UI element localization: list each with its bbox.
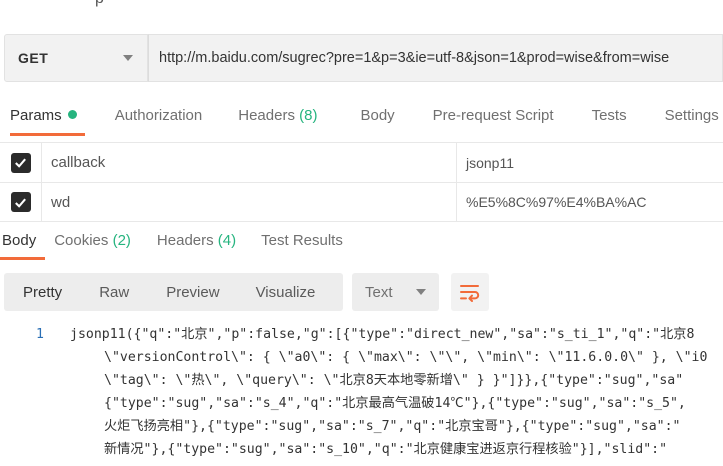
code-line: {"type":"sug","sa":"s_4","q":"北京最高气温破14℃… bbox=[0, 392, 723, 415]
check-icon bbox=[15, 198, 26, 208]
code-text: \"versionControl\": { \"a0\": { \"max\":… bbox=[104, 350, 708, 365]
param-value[interactable]: jsonp11 bbox=[457, 143, 723, 182]
tab-cookies[interactable]: Cookies (2) bbox=[54, 226, 131, 260]
tab-authorization[interactable]: Authorization bbox=[115, 96, 203, 134]
tab-count: (4) bbox=[217, 232, 237, 249]
view-visualize-button[interactable]: Visualize bbox=[256, 284, 316, 301]
code-line: 火炬飞扬亮相"},{"type":"sug","sa":"s_7","q":"北… bbox=[0, 415, 723, 438]
code-text: 火炬飞扬亮相"},{"type":"sug","sa":"s_7","q":"北… bbox=[104, 419, 681, 434]
tab-label: Headers bbox=[156, 232, 214, 249]
code-line: \"tag\": \"热\", \"query\": \"北京8天本地零新增\"… bbox=[0, 369, 723, 392]
tab-response-headers[interactable]: Headers (4) bbox=[157, 226, 236, 260]
tab-label: Body bbox=[2, 232, 37, 249]
response-toolbar: Pretty Raw Preview Visualize Text bbox=[4, 273, 489, 311]
format-label: Text bbox=[365, 283, 393, 301]
check-icon bbox=[15, 158, 26, 168]
params-table: callback jsonp11 wd %E5%8C%97%E4%BA%AC bbox=[0, 142, 723, 222]
param-enabled-checkbox[interactable] bbox=[10, 192, 31, 212]
format-select[interactable]: Text bbox=[352, 273, 439, 311]
param-enabled-checkbox[interactable] bbox=[10, 152, 31, 173]
chevron-down-icon bbox=[416, 289, 426, 295]
checkbox-cell bbox=[0, 183, 42, 221]
tab-label: Test Results bbox=[261, 232, 343, 249]
line-number: 1 bbox=[36, 327, 44, 342]
tab-label: Headers bbox=[238, 107, 295, 124]
tab-count: (8) bbox=[299, 107, 318, 124]
url-input[interactable] bbox=[148, 34, 723, 82]
wrap-lines-button[interactable] bbox=[451, 273, 489, 311]
view-raw-button[interactable]: Raw bbox=[99, 284, 129, 301]
code-text: \"tag\": \"热\", \"query\": \"北京8天本地零新增\"… bbox=[104, 373, 684, 388]
chevron-down-icon bbox=[123, 55, 133, 61]
table-row: callback jsonp11 bbox=[0, 142, 723, 182]
checkbox-cell bbox=[0, 143, 42, 182]
param-value[interactable]: %E5%8C%97%E4%BA%AC bbox=[457, 183, 723, 221]
tab-label: Settings bbox=[664, 107, 719, 124]
tab-response-body[interactable]: Body bbox=[0, 226, 46, 260]
view-pretty-button[interactable]: Pretty bbox=[23, 284, 62, 301]
tab-tests[interactable]: Tests bbox=[592, 96, 627, 134]
param-key[interactable]: wd bbox=[42, 183, 457, 221]
param-key[interactable]: callback bbox=[42, 143, 457, 182]
tab-label: Pre-request Script bbox=[432, 107, 554, 124]
tab-label: Authorization bbox=[114, 107, 203, 124]
response-body-code[interactable]: 1 jsonp11({"q":"北京","p":false,"g":[{"typ… bbox=[0, 323, 723, 461]
view-preview-button[interactable]: Preview bbox=[166, 284, 219, 301]
code-text: {"type":"sug","sa":"s_4","q":"北京最高气温破14℃… bbox=[104, 396, 686, 411]
window-title-fragment: p bbox=[95, 0, 104, 8]
tab-label: Params bbox=[10, 107, 62, 124]
tab-body[interactable]: Body bbox=[360, 96, 394, 134]
table-row: wd %E5%8C%97%E4%BA%AC bbox=[0, 182, 723, 222]
tab-count: (2) bbox=[112, 232, 131, 249]
code-text: jsonp11({"q":"北京","p":false,"g":[{"type"… bbox=[70, 327, 695, 342]
tab-test-results[interactable]: Test Results bbox=[261, 226, 343, 260]
code-line: 新情况"},{"type":"sug","sa":"s_10","q":"北京健… bbox=[0, 438, 723, 461]
request-url-bar: GET bbox=[4, 34, 723, 82]
view-mode-group: Pretty Raw Preview Visualize bbox=[4, 273, 343, 311]
tab-label: Tests bbox=[591, 107, 627, 124]
wrap-lines-icon bbox=[460, 285, 480, 302]
tab-label: Cookies bbox=[54, 232, 109, 249]
tab-pre-request-script[interactable]: Pre-request Script bbox=[433, 96, 554, 134]
method-select[interactable]: GET bbox=[4, 34, 148, 82]
tab-label: Body bbox=[360, 107, 395, 124]
response-tabs: Body Cookies (2) Headers (4) Test Result… bbox=[0, 226, 723, 260]
method-label: GET bbox=[18, 50, 49, 66]
active-dot-icon bbox=[67, 110, 77, 119]
code-line: \"versionControl\": { \"a0\": { \"max\":… bbox=[0, 346, 723, 369]
request-tabs: Params Authorization Headers (8) Body Pr… bbox=[0, 96, 723, 136]
code-text: 新情况"},{"type":"sug","sa":"s_10","q":"北京健… bbox=[104, 442, 668, 457]
tab-params[interactable]: Params bbox=[10, 96, 85, 136]
code-line: 1 jsonp11({"q":"北京","p":false,"g":[{"typ… bbox=[0, 323, 723, 346]
tab-headers[interactable]: Headers (8) bbox=[238, 96, 317, 134]
tab-settings[interactable]: Settings bbox=[665, 96, 719, 134]
